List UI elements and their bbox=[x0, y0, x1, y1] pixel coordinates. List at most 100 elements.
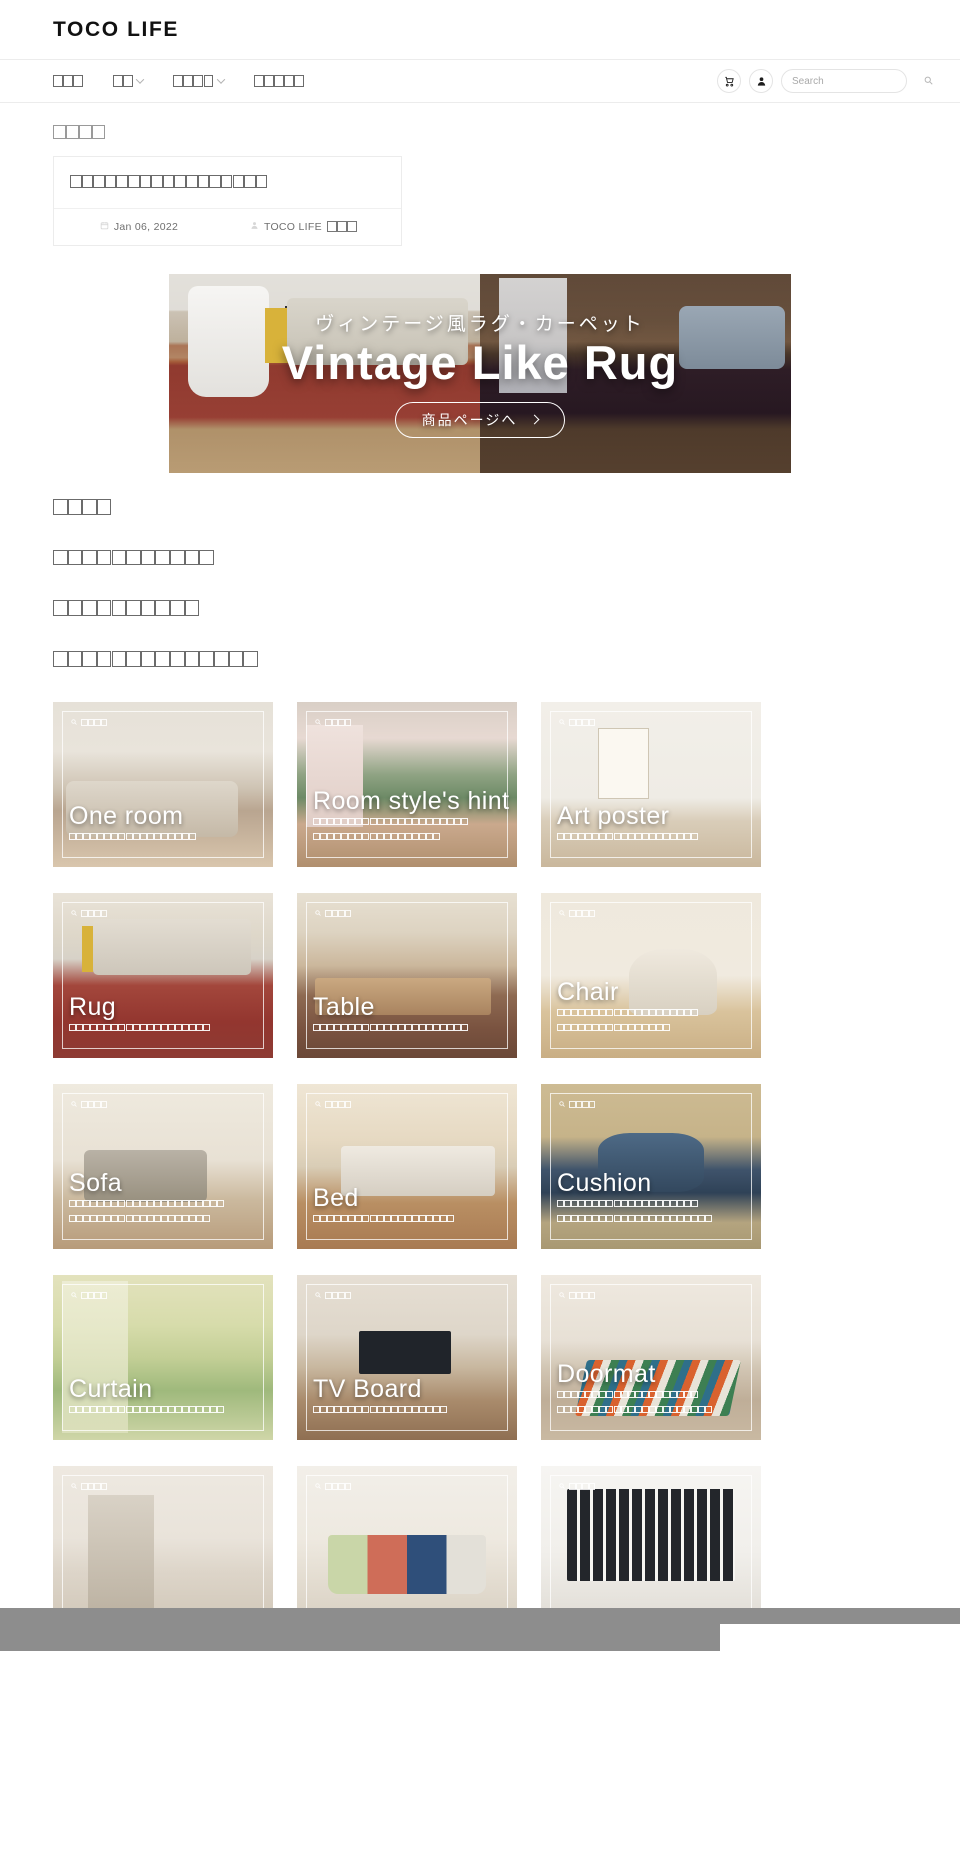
search-icon bbox=[315, 1482, 321, 1491]
category-subtitle bbox=[313, 817, 503, 830]
category-card-window[interactable] bbox=[541, 1465, 761, 1631]
search-icon bbox=[71, 718, 77, 727]
category-tag bbox=[559, 1100, 596, 1109]
category-card-sofa[interactable]: Sofa bbox=[53, 1083, 273, 1249]
search-icon bbox=[559, 1291, 565, 1300]
article-card[interactable]: Jan 06, 2022 TOCO LIFE bbox=[53, 156, 402, 246]
nav-shop[interactable] bbox=[113, 75, 159, 87]
category-card-table[interactable]: Table bbox=[297, 892, 517, 1058]
calendar-icon bbox=[100, 221, 109, 233]
body-paragraph-4 bbox=[53, 650, 907, 671]
category-tag bbox=[559, 1291, 596, 1300]
chevron-right-icon bbox=[529, 414, 540, 425]
category-card-bed[interactable]: Bed bbox=[297, 1083, 517, 1249]
category-tag bbox=[71, 1482, 108, 1491]
search-box[interactable] bbox=[781, 69, 933, 93]
category-card-mug[interactable] bbox=[297, 1465, 517, 1631]
category-title: Sofa bbox=[69, 1169, 123, 1198]
category-text: Sofa bbox=[69, 1170, 259, 1226]
category-subtitle bbox=[557, 1199, 747, 1212]
body-paragraph-2 bbox=[53, 549, 907, 570]
category-subtitle bbox=[557, 832, 747, 845]
category-tag bbox=[315, 1100, 352, 1109]
chevron-down-icon bbox=[136, 75, 145, 84]
category-card-curtain[interactable]: Curtain bbox=[53, 1274, 273, 1440]
category-subtitle bbox=[313, 832, 503, 845]
category-title: Room style's hint bbox=[313, 787, 510, 816]
category-card-room-style-hint[interactable]: Room style's hint bbox=[297, 701, 517, 867]
banner-cta-button[interactable]: 商品ページへ bbox=[394, 401, 566, 438]
category-text: Art poster bbox=[557, 803, 747, 844]
page-content: Jan 06, 2022 TOCO LIFE ヴィンテージ風ラグ・カーペット V… bbox=[0, 103, 960, 1651]
nav-guide[interactable] bbox=[253, 75, 320, 87]
category-tag bbox=[315, 1482, 352, 1491]
category-title: Curtain bbox=[69, 1375, 153, 1404]
cart-icon[interactable] bbox=[717, 69, 741, 93]
category-title: Doormat bbox=[557, 1360, 656, 1389]
category-card-shelf[interactable] bbox=[53, 1465, 273, 1631]
category-text: TV Board bbox=[313, 1376, 503, 1417]
article-author-name: TOCO LIFE bbox=[263, 220, 322, 233]
category-title: Art poster bbox=[557, 802, 670, 831]
category-frame bbox=[306, 1474, 508, 1622]
article-author: TOCO LIFE bbox=[224, 221, 401, 233]
category-tag bbox=[71, 1100, 108, 1109]
category-subtitle bbox=[557, 1023, 747, 1036]
banner-title: Vintage Like Rug bbox=[281, 336, 679, 390]
category-tag bbox=[315, 1291, 352, 1300]
category-title: Cushion bbox=[557, 1169, 652, 1198]
category-title: Chair bbox=[557, 978, 619, 1007]
category-subtitle bbox=[313, 1023, 503, 1036]
category-text: Doormat bbox=[557, 1361, 747, 1417]
article-title bbox=[54, 157, 401, 209]
category-card-tv-board[interactable]: TV Board bbox=[297, 1274, 517, 1440]
chevron-down-icon bbox=[216, 75, 225, 84]
category-subtitle bbox=[69, 1214, 259, 1227]
category-subtitle bbox=[69, 1023, 259, 1036]
main-navbar bbox=[0, 60, 960, 103]
nav-utilities bbox=[717, 69, 933, 93]
category-title: Bed bbox=[313, 1184, 359, 1213]
banner-overlay: ヴィンテージ風ラグ・カーペット Vintage Like Rug 商品ページへ bbox=[169, 274, 791, 473]
site-logo[interactable]: TOCO LIFE bbox=[53, 18, 179, 42]
category-tag bbox=[71, 1291, 108, 1300]
category-tag bbox=[71, 909, 108, 918]
nav-links bbox=[53, 75, 334, 87]
article-date-text: Jan 06, 2022 bbox=[113, 220, 179, 233]
category-card-art-poster[interactable]: Art poster bbox=[541, 701, 761, 867]
category-subtitle bbox=[69, 1405, 259, 1418]
category-text: Rug bbox=[69, 994, 259, 1035]
category-title: Rug bbox=[69, 993, 117, 1022]
category-text: Room style's hint bbox=[313, 787, 510, 845]
category-card-one-room[interactable]: One room bbox=[53, 701, 273, 867]
category-tag bbox=[559, 909, 596, 918]
search-icon bbox=[315, 1100, 321, 1109]
user-icon[interactable] bbox=[749, 69, 773, 93]
category-subtitle bbox=[313, 1214, 503, 1227]
category-tag bbox=[559, 718, 596, 727]
nav-category[interactable] bbox=[173, 75, 239, 87]
category-text: Curtain bbox=[69, 1376, 259, 1417]
category-subtitle bbox=[557, 1390, 747, 1403]
category-subtitle bbox=[557, 1214, 747, 1227]
category-frame bbox=[62, 1474, 264, 1622]
search-input[interactable] bbox=[792, 75, 924, 87]
category-text: Chair bbox=[557, 979, 747, 1035]
article-author-suffix bbox=[326, 221, 357, 233]
category-title: TV Board bbox=[313, 1375, 422, 1404]
category-card-rug[interactable]: Rug bbox=[53, 892, 273, 1058]
category-card-doormat[interactable]: Doormat bbox=[541, 1274, 761, 1440]
search-icon bbox=[559, 718, 565, 727]
category-card-cushion[interactable]: Cushion bbox=[541, 1083, 761, 1249]
category-card-chair[interactable]: Chair bbox=[541, 892, 761, 1058]
search-icon bbox=[71, 1291, 77, 1300]
nav-home[interactable] bbox=[53, 75, 99, 87]
search-icon bbox=[71, 909, 77, 918]
nav-category-label bbox=[173, 75, 214, 87]
article-date: Jan 06, 2022 bbox=[54, 221, 224, 233]
search-icon[interactable] bbox=[924, 72, 933, 90]
site-header: TOCO LIFE bbox=[0, 0, 960, 60]
promo-banner[interactable]: ヴィンテージ風ラグ・カーペット Vintage Like Rug 商品ページへ bbox=[169, 273, 791, 473]
category-tag bbox=[71, 718, 108, 727]
bottom-chrome-panel bbox=[720, 1623, 960, 1651]
